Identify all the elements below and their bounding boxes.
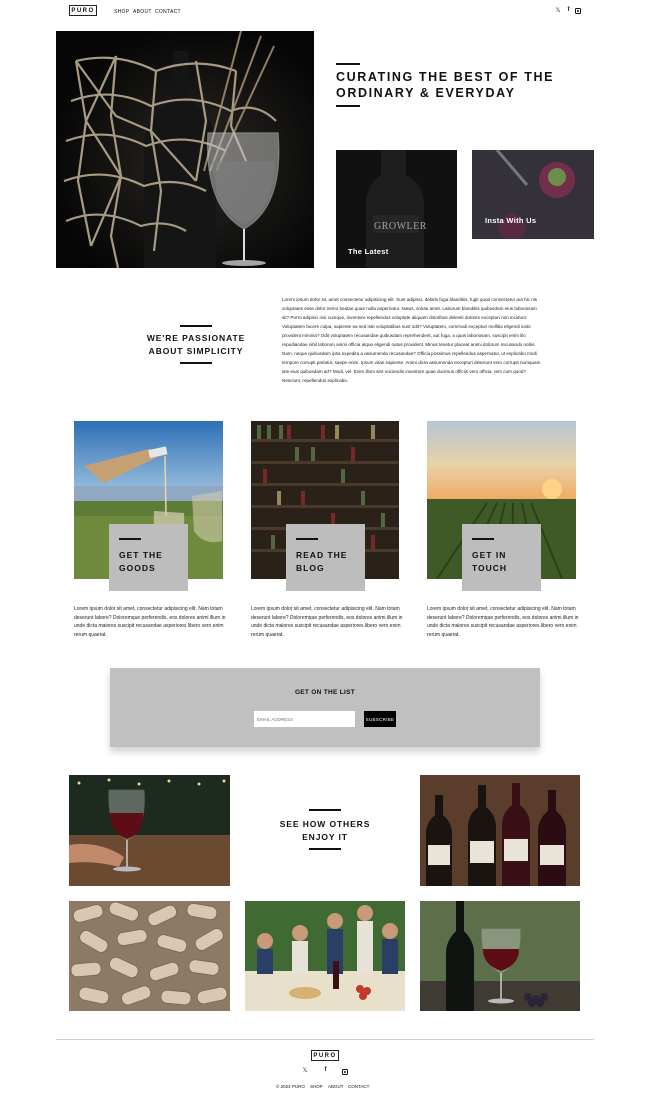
email-input[interactable] [254, 711, 355, 727]
gallery-bottle-glass-grapes-photo [420, 901, 580, 1011]
x-icon[interactable]: 𝕏 [554, 7, 562, 14]
gallery-friends-dining-photo [245, 901, 405, 1011]
card-touch-line-1: GET IN [472, 549, 507, 560]
card-touch-label-rule [472, 538, 494, 540]
hero-title: CURATING THE BEST OF THE ORDINARY & EVER… [336, 70, 576, 101]
hero-wine-net-photo [56, 31, 314, 268]
card-blog-line-2: BLOG [296, 562, 325, 573]
footer-link-about[interactable]: ABOUT [328, 1084, 344, 1089]
footer-facebook-icon[interactable]: f [322, 1067, 329, 1073]
newsletter-section [110, 668, 540, 747]
footer-copyright: © 2024 PURO [276, 1084, 305, 1089]
gallery-corks-photo [69, 901, 230, 1011]
gallery-title-rule-bottom [309, 848, 341, 850]
card-blog-label-rule [296, 538, 318, 540]
insta-with-us-caption: Insta With Us [485, 216, 537, 225]
nav-link-about[interactable]: ABOUT [133, 9, 152, 15]
card-goods-line-1: GET THE [119, 549, 163, 560]
the-latest-tile[interactable]: GROWLER The Latest [336, 150, 457, 268]
card-blog-text: Lorem ipsum dolor sit amet, consectetur … [251, 606, 403, 638]
newsletter-title: GET ON THE LIST [294, 689, 356, 696]
about-title-rule-bottom [180, 362, 212, 364]
card-goods-label[interactable]: GET THE GOODS [109, 524, 188, 591]
card-touch-line-2: TOUCH [472, 562, 508, 573]
card-touch-text: Lorem ipsum dolor sit amet, consectetur … [427, 606, 579, 638]
gallery-title-rule-top [309, 809, 341, 811]
card-goods-label-rule [119, 538, 141, 540]
about-title-rule-top [180, 325, 212, 327]
insta-with-us-tile[interactable]: Insta With Us [472, 150, 594, 239]
growler-bottle-label: GROWLER [374, 221, 427, 232]
brand-logo[interactable]: PURO [69, 5, 97, 16]
about-title: WE'RE PASSIONATE ABOUT SIMPLICITY [125, 332, 267, 358]
card-touch-label[interactable]: GET IN TOUCH [462, 524, 541, 591]
hero-title-rule-bottom [336, 105, 360, 107]
about-title-line-1: WE'RE PASSIONATE [146, 333, 246, 343]
instagram-icon[interactable] [575, 8, 581, 14]
about-body-text: Lorem ipsum dolor sit, amet consectetur … [282, 297, 541, 383]
gallery-red-wine-glass-photo [69, 775, 230, 886]
footer-x-icon[interactable]: 𝕏 [301, 1067, 309, 1074]
hero-title-line-1: CURATING THE BEST OF THE [336, 70, 555, 84]
gallery-title: SEE HOW OTHERS ENJOY IT [245, 818, 405, 844]
facebook-icon[interactable]: f [565, 7, 572, 13]
footer-divider [56, 1039, 594, 1040]
card-goods-text: Lorem ipsum dolor sit amet, consectetur … [74, 606, 226, 638]
footer-link-contact[interactable]: CONTACT [348, 1084, 369, 1089]
gallery-title-line-1: SEE HOW OTHERS [279, 819, 371, 829]
footer-instagram-icon[interactable] [342, 1069, 348, 1075]
gallery-title-line-2: ENJOY IT [302, 832, 348, 843]
nav-link-shop[interactable]: SHOP [114, 9, 129, 15]
footer-link-shop[interactable]: SHOP [310, 1084, 323, 1089]
about-title-line-2: ABOUT SIMPLICITY [148, 346, 244, 357]
the-latest-caption: The Latest [348, 247, 389, 256]
card-blog-label[interactable]: READ THE BLOG [286, 524, 365, 591]
gallery-wine-bottles-photo [420, 775, 580, 886]
nav-link-contact[interactable]: CONTACT [155, 9, 181, 15]
footer-logo[interactable]: PURO [311, 1050, 339, 1061]
card-goods-line-2: GOODS [119, 562, 156, 573]
hero-title-line-2: ORDINARY & EVERYDAY [336, 85, 516, 100]
subscribe-button[interactable]: SUBSCRIBE [364, 711, 396, 727]
hero-title-rule-top [336, 63, 360, 65]
card-blog-line-1: READ THE [296, 549, 348, 560]
